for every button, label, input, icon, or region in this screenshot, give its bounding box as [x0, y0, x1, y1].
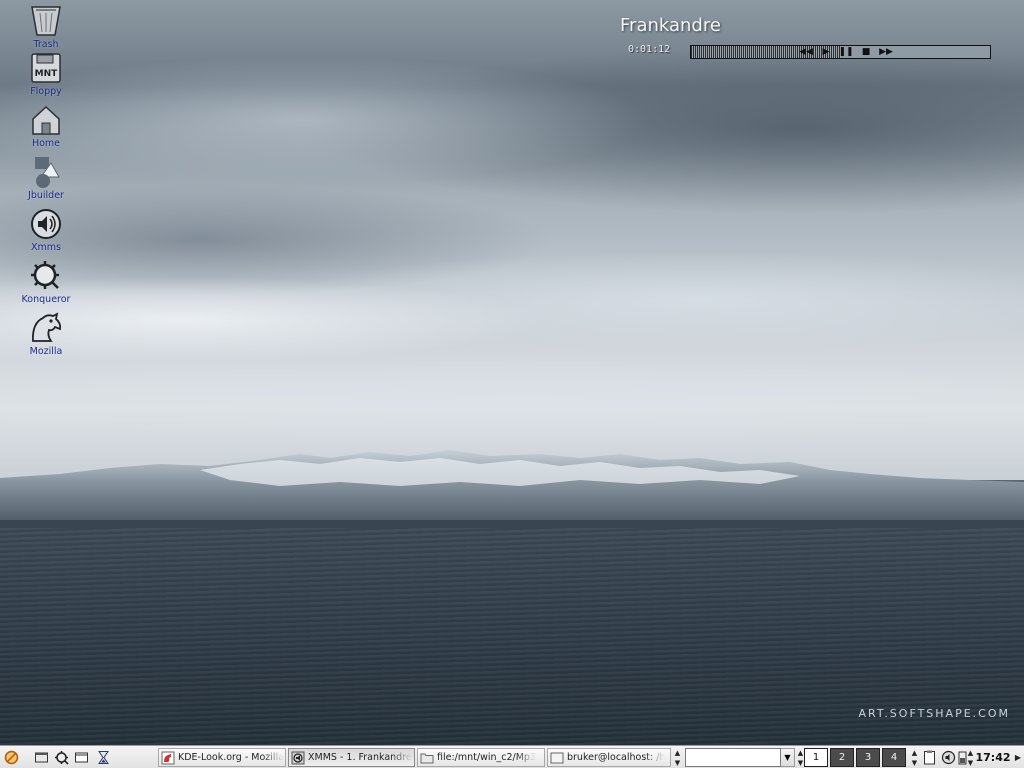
- desktop-icon-mozilla[interactable]: Mozilla: [16, 311, 76, 357]
- konqueror-icon: [54, 751, 69, 765]
- tray-klipper[interactable]: [920, 748, 938, 767]
- rewind-icon[interactable]: ◀◀: [799, 47, 813, 57]
- play-icon[interactable]: ▶: [821, 47, 831, 57]
- floppy-icon: MNT: [31, 53, 61, 83]
- window-list-icon: [74, 752, 88, 763]
- pager-desktop-3[interactable]: 3: [856, 748, 880, 767]
- pager-desktop-1[interactable]: 1: [804, 748, 828, 767]
- desktop-icon-home[interactable]: Home: [16, 103, 76, 149]
- speaker-icon: [31, 209, 61, 239]
- xmms-osd-elapsed-time: 0:01:12: [628, 44, 671, 55]
- panel-hide-button[interactable]: ▶: [1013, 748, 1023, 767]
- task-label: file:/mnt/win_c2/Mp3: [437, 752, 536, 763]
- minicli-dropdown-button[interactable]: ▼: [781, 748, 795, 767]
- clipboard-icon: [923, 750, 935, 765]
- desktop-icon-trash[interactable]: Trash: [16, 4, 76, 50]
- wallpaper-watermark: ART.SOFTSHAPE.COM: [858, 707, 1010, 720]
- desktop-icon-label: Trash: [33, 39, 59, 50]
- desktop-icon-label: Home: [31, 138, 61, 149]
- folder-icon: [420, 753, 434, 763]
- xmms-osd-progress-fill: [691, 46, 841, 58]
- mozilla-icon: [161, 751, 175, 764]
- kde-menu-icon: [4, 750, 18, 765]
- desktop-icon-label: Floppy: [30, 86, 62, 97]
- taskbar-scroll-down-button[interactable]: ▼: [673, 758, 682, 767]
- terminal-icon: [550, 752, 564, 763]
- hourglass-icon: [97, 751, 109, 764]
- pause-icon[interactable]: ❚❚: [838, 47, 853, 57]
- task-button-mozilla[interactable]: KDE-Look.org - Mozilla: [158, 748, 286, 767]
- trash-icon: [31, 6, 61, 36]
- floppy-glyph-text: MNT: [35, 69, 58, 79]
- hourglass-launcher[interactable]: [94, 748, 112, 767]
- desktop-icon-label: Konqueror: [21, 294, 71, 305]
- minicli-command-input[interactable]: [685, 748, 781, 767]
- tray-scroll-down-button[interactable]: ▼: [910, 758, 919, 767]
- xmms-osd-progress-bar[interactable]: ◀◀ ▶ ❚❚ ■ ▶▶: [690, 45, 991, 59]
- taskbar-clock[interactable]: 17:42: [974, 748, 1012, 767]
- chevron-down-icon: ▼: [784, 753, 791, 762]
- konqueror-launcher[interactable]: [52, 748, 70, 767]
- desktop-icon-label: Jbuilder: [28, 190, 64, 201]
- tray-scroll-up-button[interactable]: ▲: [910, 748, 919, 758]
- xmms-osd-track-title: Frankandre: [620, 15, 721, 36]
- desktop-icon-label: Xmms: [31, 242, 61, 253]
- desktop-icon-xmms[interactable]: Xmms: [16, 207, 76, 253]
- wallpaper-mountains: [0, 450, 1024, 535]
- kicker-taskbar: KDE-Look.org - Mozilla XMMS - 1. Frankan…: [0, 745, 1024, 768]
- task-label: KDE-Look.org - Mozilla: [178, 752, 285, 763]
- mozilla-dragon-icon: [32, 312, 62, 342]
- desktop-icon-konqueror[interactable]: Konqueror: [16, 259, 76, 305]
- fast-forward-icon[interactable]: ▶▶: [879, 47, 893, 57]
- taskbar-scroll-up-button[interactable]: ▲: [673, 748, 682, 758]
- desktop-icon-jbuilder[interactable]: Jbuilder: [16, 155, 76, 201]
- wallpaper-sky: [0, 0, 1024, 480]
- pager-desktop-2[interactable]: 2: [830, 748, 854, 767]
- stop-icon[interactable]: ■: [861, 47, 871, 57]
- xmms-icon: [291, 751, 305, 764]
- task-label: bruker@localhost: /h: [567, 752, 666, 763]
- show-desktop-icon: [34, 752, 48, 763]
- desktop-wallpaper[interactable]: ART.SOFTSHAPE.COM: [0, 0, 1024, 745]
- task-button-terminal[interactable]: bruker@localhost: /h: [547, 748, 671, 767]
- desktop-icon-floppy[interactable]: MNT Floppy: [16, 51, 76, 97]
- home-icon: [32, 105, 60, 135]
- kde-menu-button[interactable]: [2, 748, 20, 767]
- jbuilder-icon: [35, 157, 60, 188]
- task-button-xmms[interactable]: XMMS - 1. Frankandre: [288, 748, 415, 767]
- task-button-file-manager[interactable]: file:/mnt/win_c2/Mp3: [417, 748, 545, 767]
- task-label: XMMS - 1. Frankandre: [308, 752, 412, 763]
- konqueror-gear-icon: [31, 261, 59, 289]
- show-desktop-button[interactable]: [32, 748, 50, 767]
- window-list-button[interactable]: [72, 748, 90, 767]
- desktop-icon-label: Mozilla: [29, 346, 63, 357]
- pager-desktop-4[interactable]: 4: [882, 748, 906, 767]
